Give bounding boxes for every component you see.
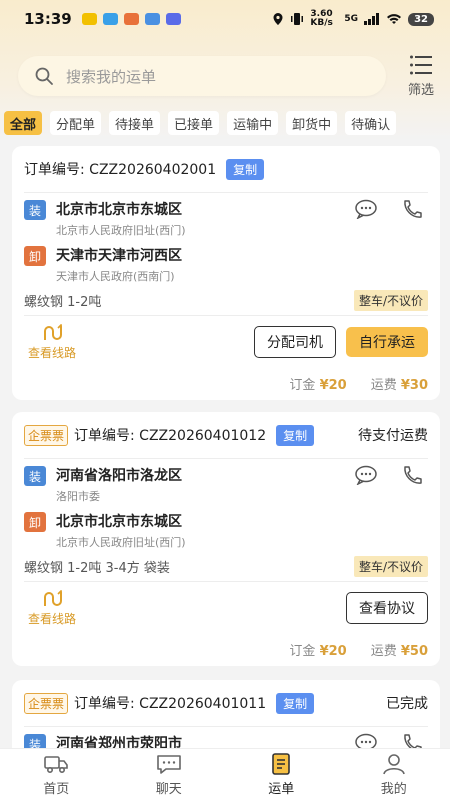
price-type-badge: 整车/不议价 (353, 555, 428, 577)
freight-info: 运费 ¥30 (371, 374, 428, 393)
status-bar: 13:39 3.60 KB/s 5G 32 (0, 0, 450, 38)
wifi-icon (387, 14, 402, 24)
filter-button[interactable]: 筛选 (401, 54, 441, 98)
order-number: 订单编号: CZZ20260401012 (74, 428, 267, 444)
deposit-amount: ¥20 (319, 643, 347, 659)
tab-unloading[interactable]: 卸货中 (286, 111, 338, 135)
view-agreement-button[interactable]: 查看协议 (346, 592, 428, 624)
phone-icon[interactable] (400, 199, 424, 219)
load-tag: 装 (24, 466, 46, 486)
deposit-label: 订金 (289, 377, 316, 393)
freight-info: 运费 ¥50 (371, 640, 428, 659)
nav-chat[interactable]: 聊天 (113, 749, 226, 800)
load-detail: 北京市人民政府旧址(西门) (56, 224, 186, 237)
search-placeholder: 搜索我的运单 (66, 67, 157, 86)
price-type-badge: 整车/不议价 (353, 289, 428, 311)
order-card: 订单编号: CZZ20260402001 复制 装 北京市北京市东城区 北京市人… (12, 146, 440, 400)
nav-label: 聊天 (155, 781, 182, 797)
net-speed: 3.60 KB/s (310, 9, 333, 28)
tab-all[interactable]: 全部 (4, 111, 43, 135)
order-number: 订单编号: CZZ20260401011 (74, 696, 267, 712)
company-ticket-badge: 企票票 (24, 692, 69, 714)
tab-assigned[interactable]: 分配单 (50, 111, 102, 135)
cargo-info: 螺纹钢 1-2吨 3-4方 袋装 (24, 560, 170, 576)
self-carry-button[interactable]: 自行承运 (346, 327, 428, 357)
profile-icon (382, 753, 405, 774)
cargo-info: 螺纹钢 1-2吨 (24, 294, 102, 310)
load-tag: 装 (24, 200, 46, 220)
view-route-button[interactable]: 查看线路 (24, 323, 80, 361)
app-notification-icon (165, 13, 181, 25)
chat-icon[interactable] (354, 199, 378, 219)
tab-accepted[interactable]: 已接单 (168, 111, 220, 135)
unload-city: 天津市天津市河西区 (56, 248, 182, 264)
telegram-icon (102, 13, 118, 25)
search-input[interactable]: 搜索我的运单 (18, 56, 386, 96)
vibrate-icon (291, 13, 304, 25)
net-type: 5G (344, 14, 359, 24)
status-tabs: 全部 分配单 待接单 已接单 运输中 卸货中 待确认 (4, 111, 450, 137)
notification-icons (81, 13, 181, 25)
tab-pending-accept[interactable]: 待接单 (109, 111, 161, 135)
freight-label: 运费 (370, 377, 397, 393)
order-number: 订单编号: CZZ20260402001 (24, 162, 217, 178)
unload-detail: 北京市人民政府旧址(西门) (56, 536, 186, 549)
status-time: 13:39 (24, 10, 72, 28)
company-ticket-badge: 企票票 (24, 424, 69, 446)
chat-icon (156, 754, 181, 774)
order-status: 待支付运费 (358, 428, 428, 444)
order-card: 企票票 订单编号: CZZ20260401012 复制 待支付运费 装 河南省洛… (12, 412, 440, 666)
load-detail: 洛阳市委 (56, 490, 100, 503)
unload-city: 北京市北京市东城区 (56, 514, 182, 530)
nav-label: 我的 (380, 781, 407, 797)
deposit-label: 订金 (289, 643, 316, 659)
tab-pending-confirm[interactable]: 待确认 (345, 111, 397, 135)
freight-amount: ¥50 (400, 643, 428, 659)
route-label: 查看线路 (27, 611, 76, 626)
copy-button[interactable]: 复制 (276, 424, 315, 446)
signal-icon (364, 13, 380, 25)
status-indicators: 3.60 KB/s 5G 32 (272, 10, 434, 28)
search-icon (35, 67, 53, 85)
chat-icon[interactable] (354, 465, 378, 485)
unload-tag: 卸 (24, 512, 46, 532)
phone-icon[interactable] (400, 465, 424, 485)
deposit-info: 订金 ¥20 (289, 374, 346, 393)
assign-driver-button[interactable]: 分配司机 (254, 326, 336, 358)
location-icon (273, 13, 283, 25)
freight-amount: ¥30 (400, 377, 428, 393)
view-route-button[interactable]: 查看线路 (24, 589, 80, 627)
unload-detail: 天津市人民政府(西南门) (56, 270, 175, 283)
copy-button[interactable]: 复制 (276, 692, 315, 714)
filter-list-icon (410, 55, 432, 75)
order-status: 已完成 (386, 696, 428, 712)
truck-icon (44, 755, 69, 773)
app-notification-icon (123, 13, 139, 25)
waybill-icon (272, 752, 291, 775)
load-city: 河南省洛阳市洛龙区 (56, 468, 182, 484)
nav-home[interactable]: 首页 (0, 749, 113, 800)
copy-button[interactable]: 复制 (226, 158, 265, 180)
deposit-info: 订金 ¥20 (289, 640, 346, 659)
deposit-amount: ¥20 (319, 377, 347, 393)
unload-tag: 卸 (24, 246, 46, 266)
nav-waybill[interactable]: 运单 (225, 749, 338, 800)
nav-label: 首页 (43, 781, 70, 797)
load-city: 北京市北京市东城区 (56, 202, 182, 218)
filter-label: 筛选 (407, 83, 434, 98)
app-notification-icon (81, 13, 97, 25)
route-icon (44, 589, 62, 606)
battery-icon: 32 (408, 12, 434, 26)
nav-label: 运单 (268, 781, 295, 797)
bottom-nav: 首页 聊天 运单 我的 (0, 748, 450, 800)
tab-in-transit[interactable]: 运输中 (227, 111, 279, 135)
nav-profile[interactable]: 我的 (338, 749, 450, 800)
route-icon (44, 323, 62, 340)
freight-label: 运费 (370, 643, 397, 659)
route-label: 查看线路 (27, 345, 76, 360)
app-notification-icon (144, 13, 160, 25)
